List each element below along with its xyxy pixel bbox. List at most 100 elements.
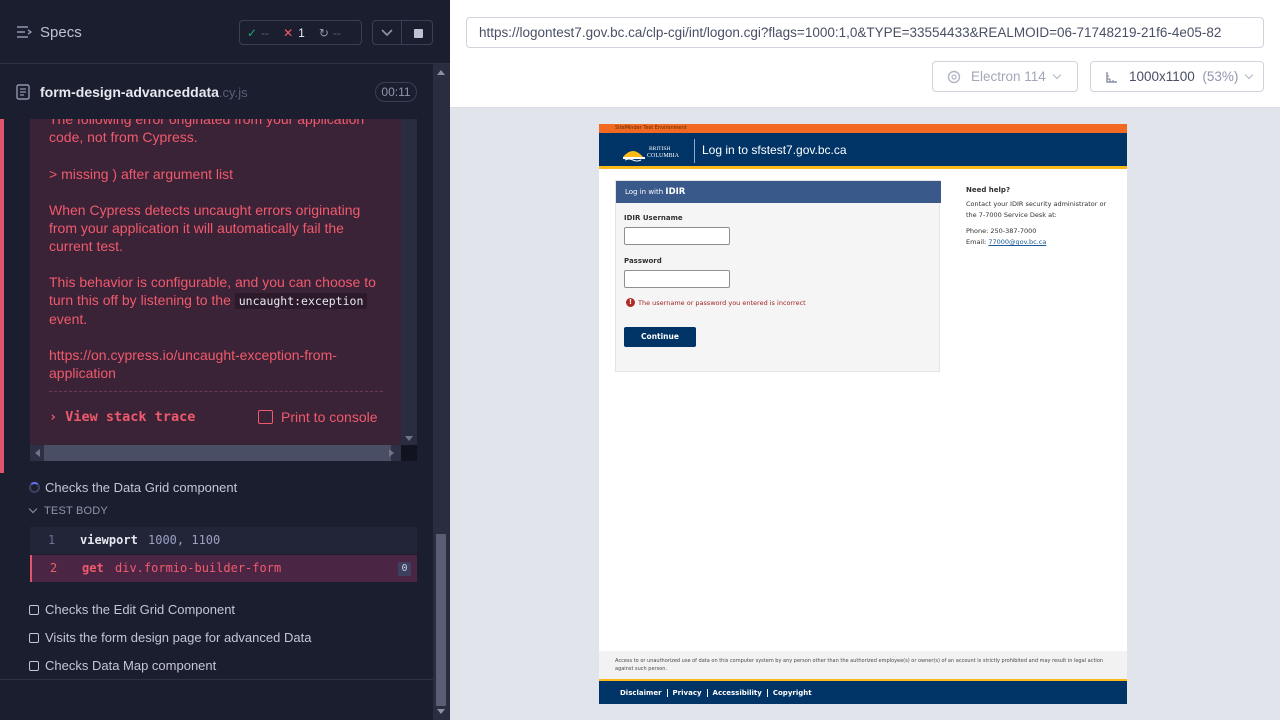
view-stack-trace-button[interactable]: › View stack trace	[49, 409, 195, 425]
help-email: Email: 77000@gov.bc.ca	[966, 238, 1047, 246]
error-divider	[49, 391, 383, 392]
header-separator	[694, 139, 695, 163]
ruler-icon	[1106, 71, 1117, 83]
error-line-message: > missing ) after argument list	[49, 166, 234, 182]
viewport-zoom: (53%)	[1202, 69, 1239, 84]
test-visit-form-design[interactable]: Visits the form design page for advanced…	[0, 626, 433, 650]
error-code-snippet: uncaught:exception	[234, 293, 368, 309]
spec-duration: 00:11	[375, 82, 417, 102]
login-page-title: Log in to sfstest7.gov.bc.ca	[702, 143, 847, 157]
scrollbar-thumb[interactable]	[436, 534, 446, 706]
chevron-down-icon	[28, 504, 38, 514]
error-vertical-scrollbar[interactable]	[401, 119, 417, 445]
reporter-scrollbar[interactable]	[433, 64, 450, 720]
spec-file-ext: .cy.js	[218, 85, 248, 100]
footer-link-disclaimer[interactable]: Disclaimer	[615, 688, 668, 697]
error-docs-link[interactable]: https://on.cypress.io/uncaught-exception…	[49, 346, 384, 382]
username-input[interactable]	[624, 227, 730, 245]
passed-count: --	[261, 25, 270, 40]
help-section: Need help? Contact your IDIR security ad…	[966, 185, 1116, 248]
pending-checkbox-icon	[29, 633, 39, 643]
fail-indicator-bar	[0, 119, 4, 473]
spec-file-row[interactable]: form-design-advanceddata.cy.js 00:11	[0, 77, 433, 107]
chevron-down-icon	[1052, 70, 1062, 79]
scroll-right-arrow-icon[interactable]	[389, 449, 394, 457]
scroll-up-arrow-icon[interactable]	[437, 70, 445, 75]
error-circle-icon: !	[626, 298, 635, 307]
pending-checkbox-icon	[29, 605, 39, 615]
test-data-grid[interactable]: Checks the Data Grid component	[0, 476, 433, 500]
env-banner: SiteMinder Test Environment	[599, 124, 1127, 133]
specs-header: Specs ✓ -- ✕ 1 ↻ --	[0, 0, 450, 64]
login-card: Log in with IDIR IDIR Username Password …	[615, 180, 941, 372]
spinner-icon	[29, 482, 40, 493]
error-horizontal-scrollbar[interactable]	[30, 445, 417, 461]
username-label: IDIR Username	[624, 214, 683, 222]
chevron-right-icon: ›	[49, 409, 58, 425]
pending-icon: ↻	[318, 25, 329, 40]
failed-stat: ✕ 1	[276, 21, 312, 44]
scroll-left-arrow-icon[interactable]	[35, 449, 40, 457]
error-line-configurable: This behavior is configurable, and you c…	[49, 274, 376, 327]
stop-icon	[414, 29, 423, 38]
passed-stat: ✓ --	[240, 21, 276, 44]
failed-count: 1	[298, 25, 305, 40]
help-phone: Phone: 250-387-7000	[966, 227, 1037, 235]
console-icon	[258, 410, 273, 424]
test-edit-grid[interactable]: Checks the Edit Grid Component	[0, 598, 433, 622]
stop-button[interactable]	[401, 20, 433, 45]
disclaimer-text: Access to or unauthorized use of data on…	[599, 651, 1127, 679]
chevron-down-icon	[1245, 70, 1254, 79]
svg-text:COLUMBIA: COLUMBIA	[647, 153, 680, 159]
viewport-size: 1000x1100	[1129, 69, 1195, 84]
element-count-badge: 0	[398, 562, 411, 576]
browser-icon	[947, 70, 961, 83]
password-label: Password	[624, 257, 662, 265]
password-input[interactable]	[624, 270, 730, 288]
pending-checkbox-icon	[29, 661, 39, 671]
pending-stat: ↻ --	[312, 21, 348, 44]
bc-logo[interactable]: BRITISH COLUMBIA	[621, 141, 689, 163]
error-line-origin: The following error originated from your…	[49, 119, 365, 145]
aut-header: https://logontest7.gov.bc.ca/clp-cgi/int…	[450, 0, 1280, 108]
error-panel: The following error originated from your…	[0, 119, 433, 473]
continue-button[interactable]: Continue	[624, 327, 696, 347]
login-error-message: ! The username or password you entered i…	[626, 298, 806, 307]
bc-header: BRITISH COLUMBIA Log in to sfstest7.gov.…	[599, 133, 1127, 169]
browser-selector[interactable]: Electron 114	[932, 61, 1078, 92]
error-line-explanation: When Cypress detects uncaught errors ori…	[49, 202, 361, 254]
check-icon: ✓	[247, 25, 258, 40]
scroll-down-arrow-icon[interactable]	[437, 709, 445, 714]
file-icon	[16, 84, 30, 100]
test-data-map[interactable]: Checks Data Map component	[0, 654, 433, 678]
test-stats: ✓ -- ✕ 1 ↻ --	[239, 20, 362, 45]
x-icon: ✕	[283, 25, 294, 40]
viewport-info[interactable]: 1000x1100 (53%)	[1090, 61, 1264, 92]
toggle-auto-scroll-button[interactable]	[372, 20, 402, 45]
command-row-get[interactable]: 2 get div.formio-builder-form 0	[30, 555, 417, 582]
svg-text:BRITISH: BRITISH	[649, 146, 670, 152]
scroll-down-arrow-icon[interactable]	[405, 436, 413, 441]
app-under-test-frame: SiteMinder Test Environment BRITISH COLU…	[599, 124, 1127, 704]
help-email-link[interactable]: 77000@gov.bc.ca	[988, 238, 1046, 246]
test-body-header[interactable]: TEST BODY	[28, 504, 108, 517]
reporter-panel: Specs ✓ -- ✕ 1 ↻ -- form-design-advanced…	[0, 0, 450, 720]
pending-count: --	[332, 25, 341, 40]
bc-footer: Disclaimer Privacy Accessibility Copyrig…	[599, 679, 1127, 704]
reporter-divider	[0, 679, 433, 680]
url-bar[interactable]: https://logontest7.gov.bc.ca/clp-cgi/int…	[466, 17, 1264, 48]
help-title: Need help?	[966, 186, 1011, 194]
chevron-down-icon	[381, 29, 393, 37]
print-to-console-button[interactable]: Print to console	[258, 409, 378, 425]
aut-panel: https://logontest7.gov.bc.ca/clp-cgi/int…	[450, 0, 1280, 720]
footer-link-accessibility[interactable]: Accessibility	[708, 688, 768, 697]
scrollbar-corner	[401, 445, 417, 461]
specs-list-icon[interactable]	[16, 25, 32, 39]
specs-label[interactable]: Specs	[40, 24, 82, 41]
help-text: Contact your IDIR security administrator…	[966, 200, 1107, 219]
spec-file-name: form-design-advanceddata.cy.js	[40, 84, 248, 100]
scrollbar-thumb[interactable]	[44, 445, 391, 461]
footer-link-copyright[interactable]: Copyright	[768, 689, 817, 697]
command-row-viewport[interactable]: 1 viewport 1000, 1100	[30, 527, 417, 554]
footer-link-privacy[interactable]: Privacy	[668, 688, 708, 697]
